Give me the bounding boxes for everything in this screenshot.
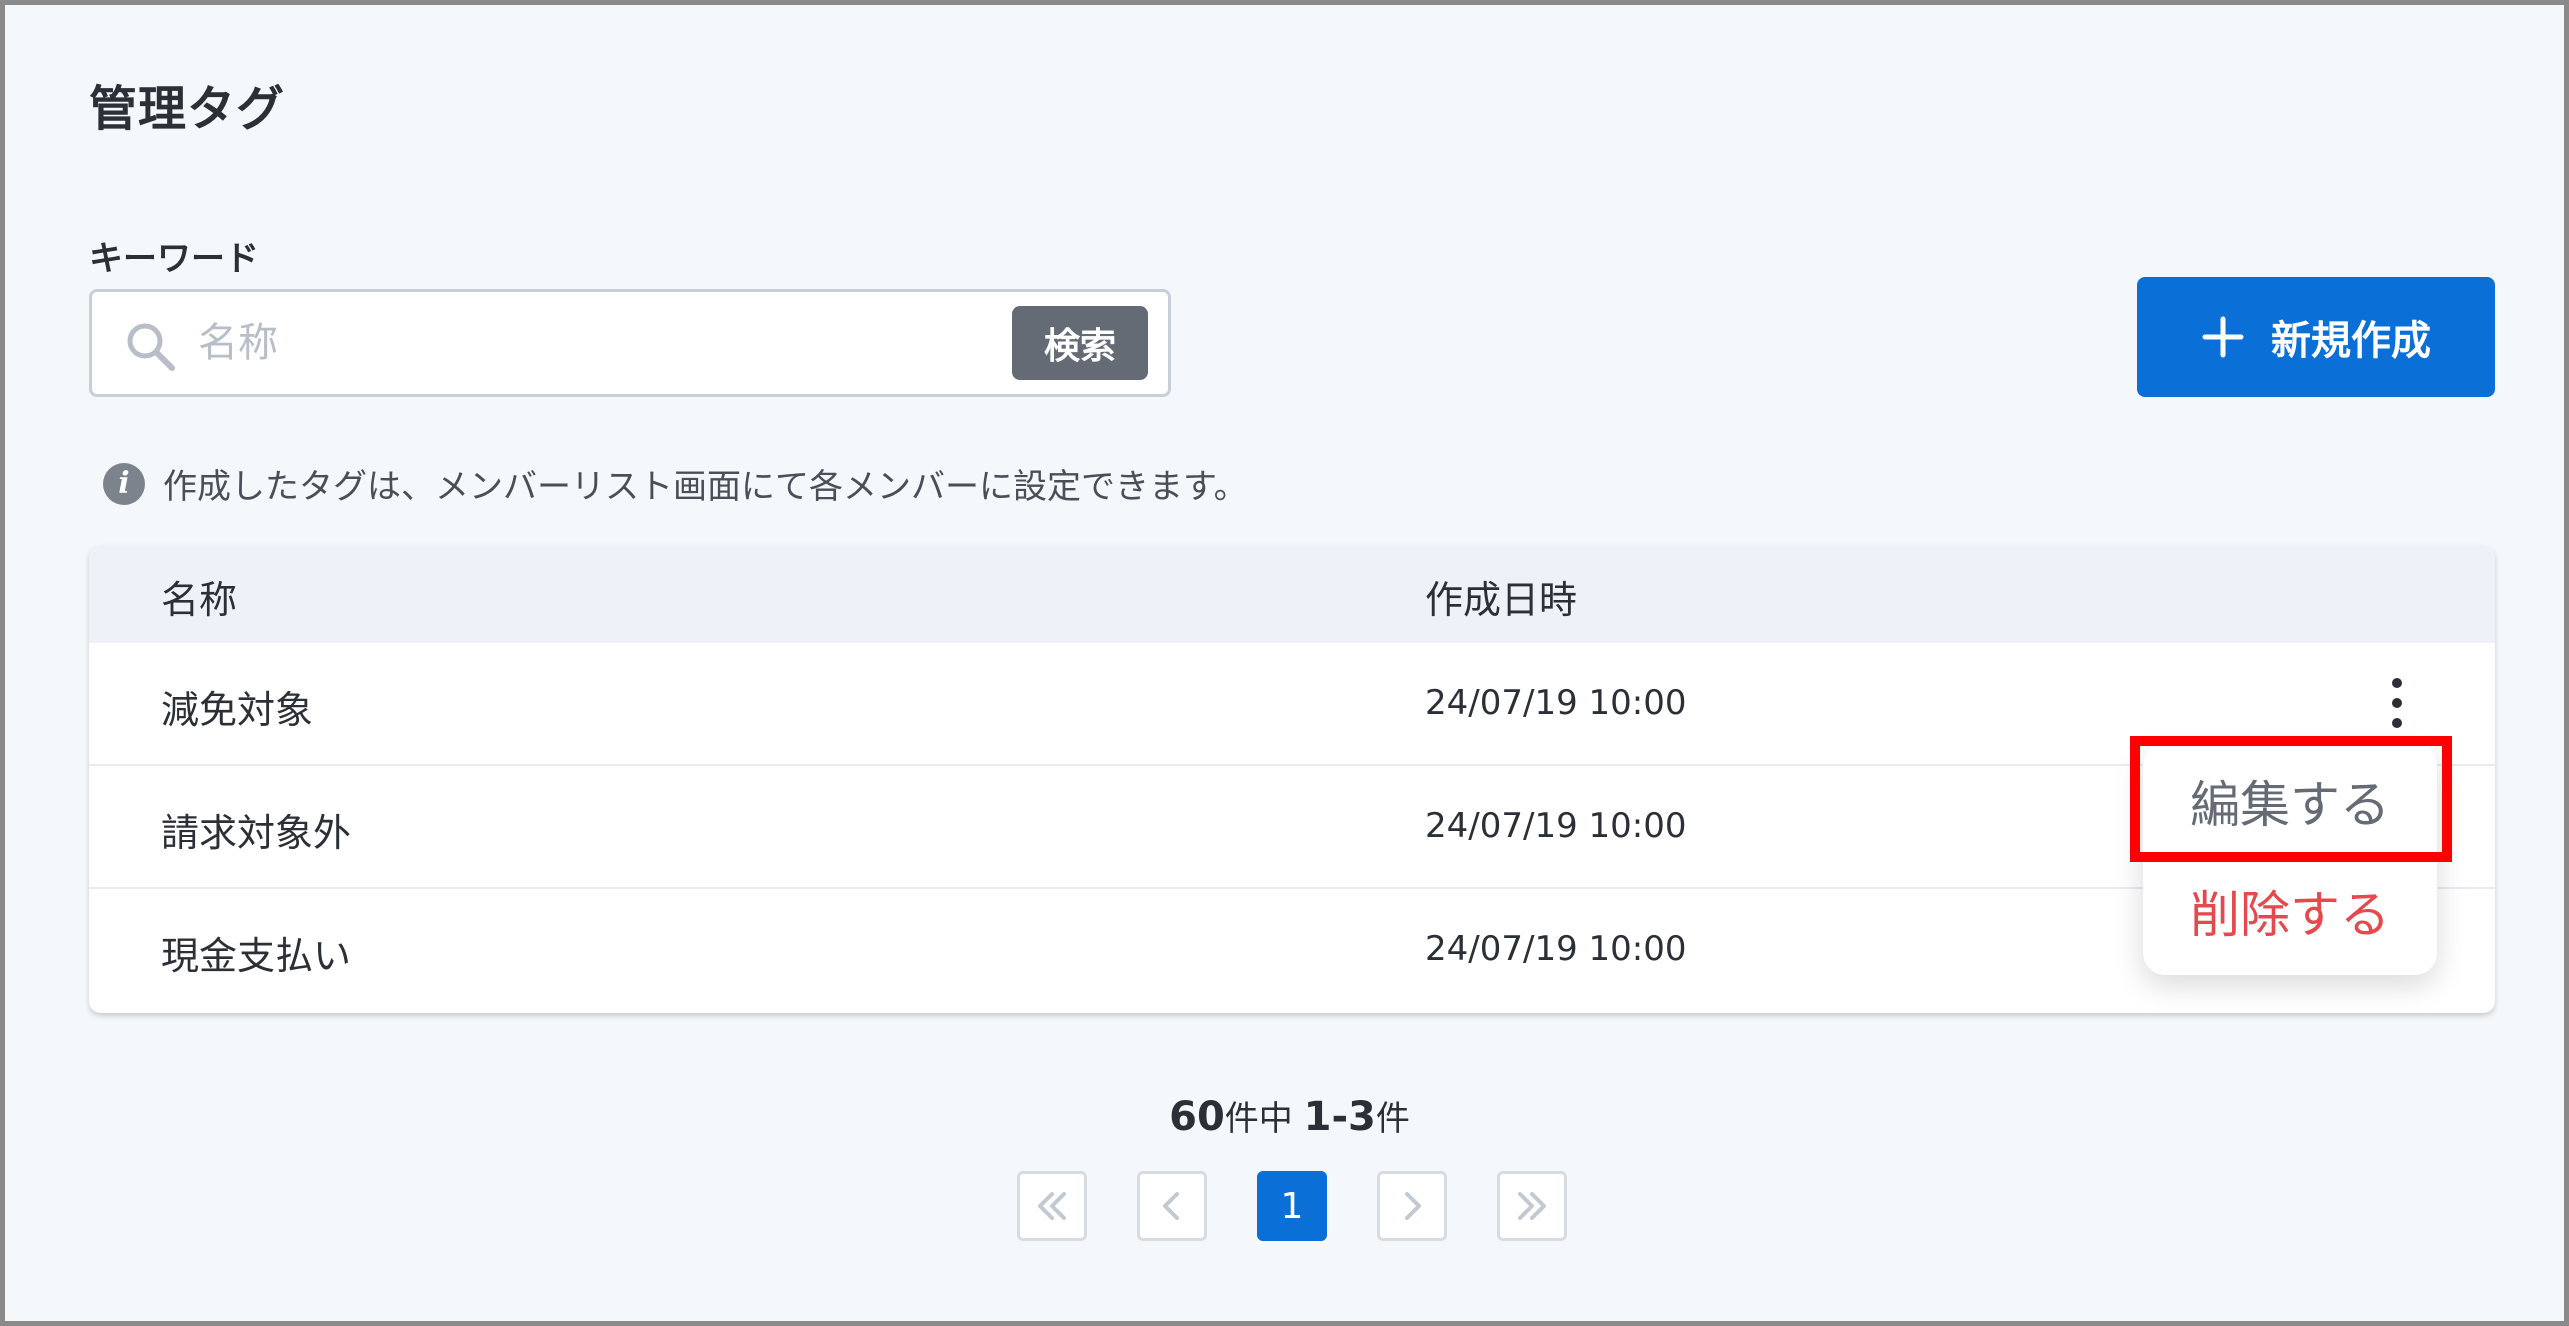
last-page-button[interactable]: [1497, 1171, 1567, 1241]
info-message: i 作成したタグは、メンバーリスト画面にて各メンバーに設定できます。: [103, 459, 1248, 508]
new-create-button[interactable]: 新規作成: [2137, 277, 2495, 397]
tag-name: 減免対象: [161, 688, 314, 732]
table-row: 現金支払い 24/07/19 10:00: [89, 889, 2495, 1012]
tag-created-at: 24/07/19 10:00: [1425, 806, 1687, 846]
tag-created-at: 24/07/19 10:00: [1425, 683, 1687, 723]
delete-menu-item[interactable]: 削除する: [2143, 875, 2437, 947]
new-create-label: 新規作成: [2271, 318, 2431, 364]
total-count: 60: [1169, 1094, 1225, 1140]
chevron-left-icon: [1163, 1192, 1179, 1220]
total-suffix: 件中: [1224, 1099, 1293, 1139]
table-header: 名称 作成日時: [89, 545, 2495, 643]
next-page-button[interactable]: [1377, 1171, 1447, 1241]
search-icon: [127, 323, 175, 371]
search-input[interactable]: [198, 310, 1078, 376]
tag-name: 請求対象外: [161, 811, 352, 855]
tag-created-at: 24/07/19 10:00: [1425, 929, 1687, 969]
search-box: 検索: [89, 289, 1171, 397]
prev-page-button[interactable]: [1137, 1171, 1207, 1241]
chevron-right-icon: [1405, 1192, 1421, 1220]
pagination-summary: 60件中 1-3件: [5, 1091, 2569, 1140]
range-suffix: 件: [1375, 1099, 1410, 1139]
keyword-label: キーワード: [89, 239, 259, 279]
first-page-button[interactable]: [1017, 1171, 1087, 1241]
kebab-icon[interactable]: [2385, 675, 2409, 731]
search-button[interactable]: 検索: [1012, 306, 1148, 380]
double-chevron-right-icon: [1518, 1192, 1546, 1220]
plus-icon: [2202, 316, 2244, 358]
pagination: 1: [1017, 1171, 1569, 1243]
double-chevron-left-icon: [1038, 1192, 1066, 1220]
app-frame: 管理タグ キーワード 検索 新規作成 i 作成したタグは、メンバーリスト画面にて…: [0, 0, 2569, 1326]
page-title: 管理タグ: [89, 81, 286, 137]
info-text: 作成したタグは、メンバーリスト画面にて各メンバーに設定できます。: [163, 467, 1248, 507]
tag-name: 現金支払い: [161, 934, 352, 978]
range-count: 1-3: [1303, 1094, 1376, 1140]
highlight-box: [2130, 736, 2452, 862]
header-created-at: 作成日時: [1425, 578, 1578, 622]
header-name: 名称: [161, 578, 238, 622]
info-icon: i: [103, 462, 145, 505]
page-button-current[interactable]: 1: [1257, 1171, 1327, 1241]
